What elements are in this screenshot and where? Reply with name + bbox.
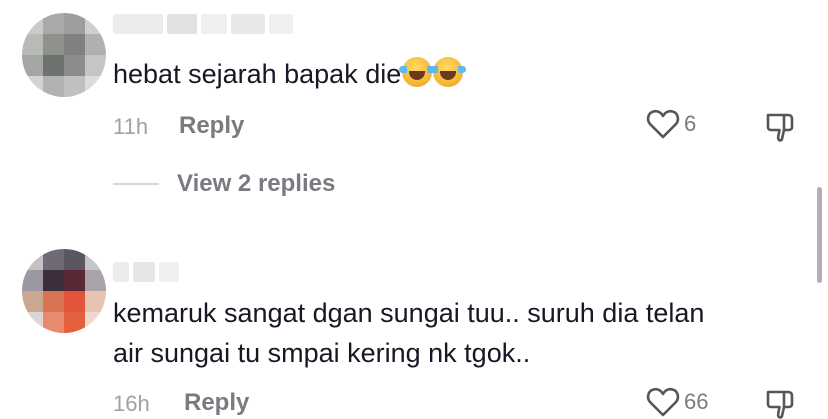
like-button[interactable]: 6: [646, 108, 696, 140]
heart-icon: [646, 109, 680, 139]
comments-screen: hebat sejarah bapak die 11h Reply 6 View…: [0, 0, 828, 419]
comment-text-line-2: air sungai tu smpai kering nk tgok..: [113, 338, 531, 368]
like-button[interactable]: 66: [646, 386, 708, 418]
tears-of-joy-emoji-icon: [399, 57, 436, 87]
heart-icon: [646, 387, 680, 417]
username-blurred[interactable]: [113, 262, 179, 282]
username-blurred[interactable]: [113, 14, 293, 34]
comment-text-line-1: kemaruk sangat dgan sungai tuu.. suruh d…: [113, 298, 705, 328]
avatar[interactable]: [22, 13, 106, 97]
reply-button[interactable]: Reply: [184, 389, 249, 417]
replies-divider: [113, 183, 159, 185]
comment-text: hebat sejarah bapak die: [113, 55, 467, 93]
tears-of-joy-emoji-icon: [430, 57, 467, 87]
like-count: 66: [684, 389, 709, 414]
comment-time: 11h: [113, 114, 149, 139]
thumbs-down-icon: [766, 390, 794, 419]
view-replies-button[interactable]: View 2 replies: [113, 170, 335, 198]
comment-time: 16h: [113, 391, 150, 416]
like-count: 6: [684, 111, 697, 136]
reply-button[interactable]: Reply: [179, 112, 244, 140]
avatar[interactable]: [22, 249, 106, 333]
view-replies-label: View 2 replies: [177, 170, 336, 197]
scrollbar[interactable]: [817, 187, 822, 283]
dislike-button[interactable]: [764, 111, 796, 148]
thumbs-down-icon: [766, 113, 794, 142]
dislike-button[interactable]: [764, 388, 796, 419]
